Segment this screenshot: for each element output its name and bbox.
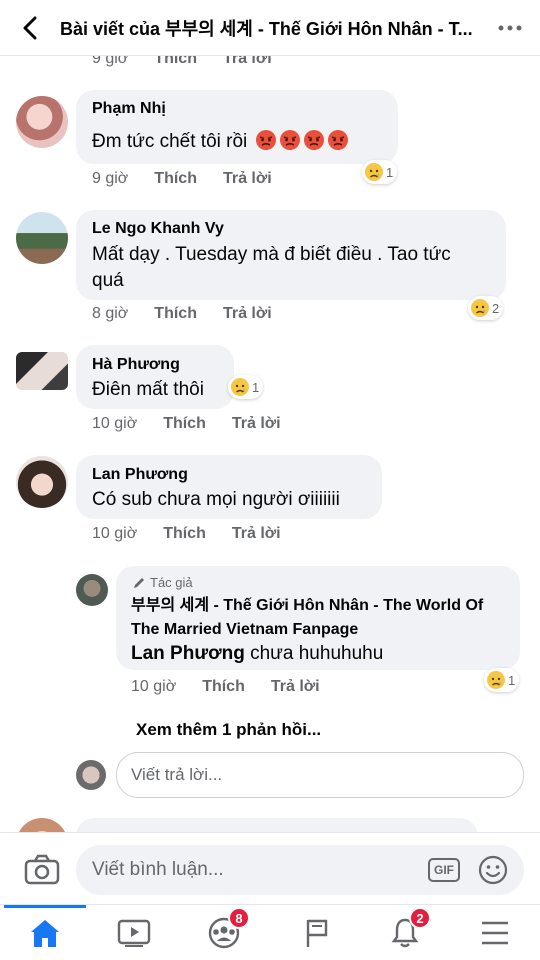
comments-feed[interactable]: 9 giờ Thích Trả lời Phạm Nhị Đm tức chết… [0,0,540,832]
notifications-badge: 2 [409,907,431,929]
back-button[interactable] [16,14,44,42]
like-button[interactable]: Thích [154,305,197,323]
comment-meta: 9 giờ Thích Trả lời [92,170,272,188]
reaction-summary[interactable]: 1 [484,668,520,692]
comment-text-line: quá [92,270,124,291]
reply-author-line: The Married Vietnam Fanpage [131,621,359,638]
comment-meta: 10 giờ Thích Trả lời [92,525,281,543]
reply-button[interactable]: Trả lời [271,678,320,696]
tab-menu[interactable] [475,913,515,953]
sad-reaction-icon [231,378,249,396]
tab-notifications[interactable]: 2 [385,907,431,953]
comment-input-placeholder: Viết bình luận... [92,859,224,880]
comment-author[interactable]: Lan Phương [92,466,188,484]
reaction-summary[interactable]: 1 [362,160,398,184]
more-button[interactable] [496,14,524,42]
avatar[interactable] [16,96,68,148]
comment-time: 10 giờ [92,525,138,542]
current-user-avatar [76,760,106,790]
page-title: Bài viết của 부부의 세계 - Thế Giới Hôn Nhân … [60,18,473,39]
comment-meta: 10 giờ Thích Trả lời [92,415,281,433]
home-icon [31,920,59,947]
tab-home[interactable] [25,913,65,953]
tab-groups[interactable]: 8 [204,907,250,953]
active-tab-indicator [4,905,86,908]
angry-emoji-icon [253,130,349,152]
reply-author-line: 부부의 세계 - Thế Giới Hôn Nhân - The World O… [131,597,484,614]
see-more-replies-link[interactable]: Xem thêm 1 phản hồi... [136,720,321,740]
avatar[interactable] [16,212,68,264]
comment-bubble[interactable] [76,818,478,832]
reply-time: 10 giờ [131,678,177,695]
author-badge: Tác giả [132,575,193,590]
chevron-left-icon [23,16,37,39]
reply-author[interactable]: 부부의 세계 - Thế Giới Hôn Nhân - The World O… [131,594,483,642]
comment-text-line: Mất dạy . Tuesday mà đ biết điều . Tao t… [92,244,451,265]
reaction-count: 2 [492,300,500,316]
avatar[interactable] [76,574,108,606]
reply-button[interactable]: Trả lời [232,415,281,433]
comment-composer: Viết bình luận... GIF [0,832,540,906]
sad-reaction-icon [365,163,383,181]
tab-pages[interactable] [296,913,336,953]
comment-meta: 8 giờ Thích Trả lời [92,305,272,323]
top-bar: Bài viết của 부부의 세계 - Thế Giới Hôn Nhân … [0,0,540,56]
tab-watch[interactable] [114,913,154,953]
reply-text-content: chưa huhuhuhu [244,643,384,664]
reply-input[interactable]: Viết trả lời... [116,752,524,798]
reaction-count: 1 [386,164,394,180]
reply-button[interactable]: Trả lời [223,170,272,188]
reaction-summary[interactable]: 1 [228,375,264,399]
comment-text: Đm tức chết tôi rồi [92,129,349,155]
comment-author[interactable]: Phạm Nhị [92,100,166,118]
avatar[interactable] [16,456,68,508]
flag-icon [306,919,328,947]
comment-text: Điên mất thôi [92,379,204,400]
reaction-count: 1 [252,379,260,395]
video-icon [117,919,151,947]
comment-text: Có sub chưa mọi người ơiiiiiii [92,489,340,510]
like-button[interactable]: Thích [163,415,206,433]
like-button[interactable]: Thích [154,170,197,188]
reply-button[interactable]: Trả lời [232,525,281,543]
groups-badge: 8 [228,907,250,929]
comment-text-content: Đm tức chết tôi rồi [92,131,248,152]
comment-text: Mất dạy . Tuesday mà đ biết điều . Tao t… [92,242,451,294]
comment-author[interactable]: Le Ngo Khanh Vy [92,220,224,238]
like-button[interactable]: Thích [163,525,206,543]
comment-author[interactable]: Hà Phương [92,356,180,374]
menu-icon [482,921,508,945]
comment-time: 9 giờ [92,170,129,187]
sad-reaction-icon [487,671,505,689]
camera-icon [24,854,60,885]
like-button[interactable]: Thích [202,678,245,696]
pencil-icon [134,577,144,588]
reply-meta: 10 giờ Thích Trả lời [131,678,320,696]
avatar[interactable] [16,818,68,832]
avatar[interactable] [16,352,68,390]
gif-button[interactable]: GIF [428,858,460,882]
more-dots-icon [498,25,522,31]
mention-link[interactable]: Lan Phương [131,643,245,664]
bottom-tab-bar: 8 2 [0,904,540,960]
reply-text: Lan Phương chưa huhuhuhu [131,641,383,667]
emoji-icon[interactable] [478,855,508,885]
reply-button[interactable]: Trả lời [223,305,272,323]
comment-time: 10 giờ [92,415,138,432]
reaction-count: 1 [508,672,516,688]
reaction-summary[interactable]: 2 [468,296,504,320]
author-badge-label: Tác giả [150,575,193,590]
camera-button[interactable] [24,853,60,887]
sad-reaction-icon [471,299,489,317]
comment-input[interactable]: Viết bình luận... GIF [76,845,524,895]
comment-time: 8 giờ [92,305,129,322]
